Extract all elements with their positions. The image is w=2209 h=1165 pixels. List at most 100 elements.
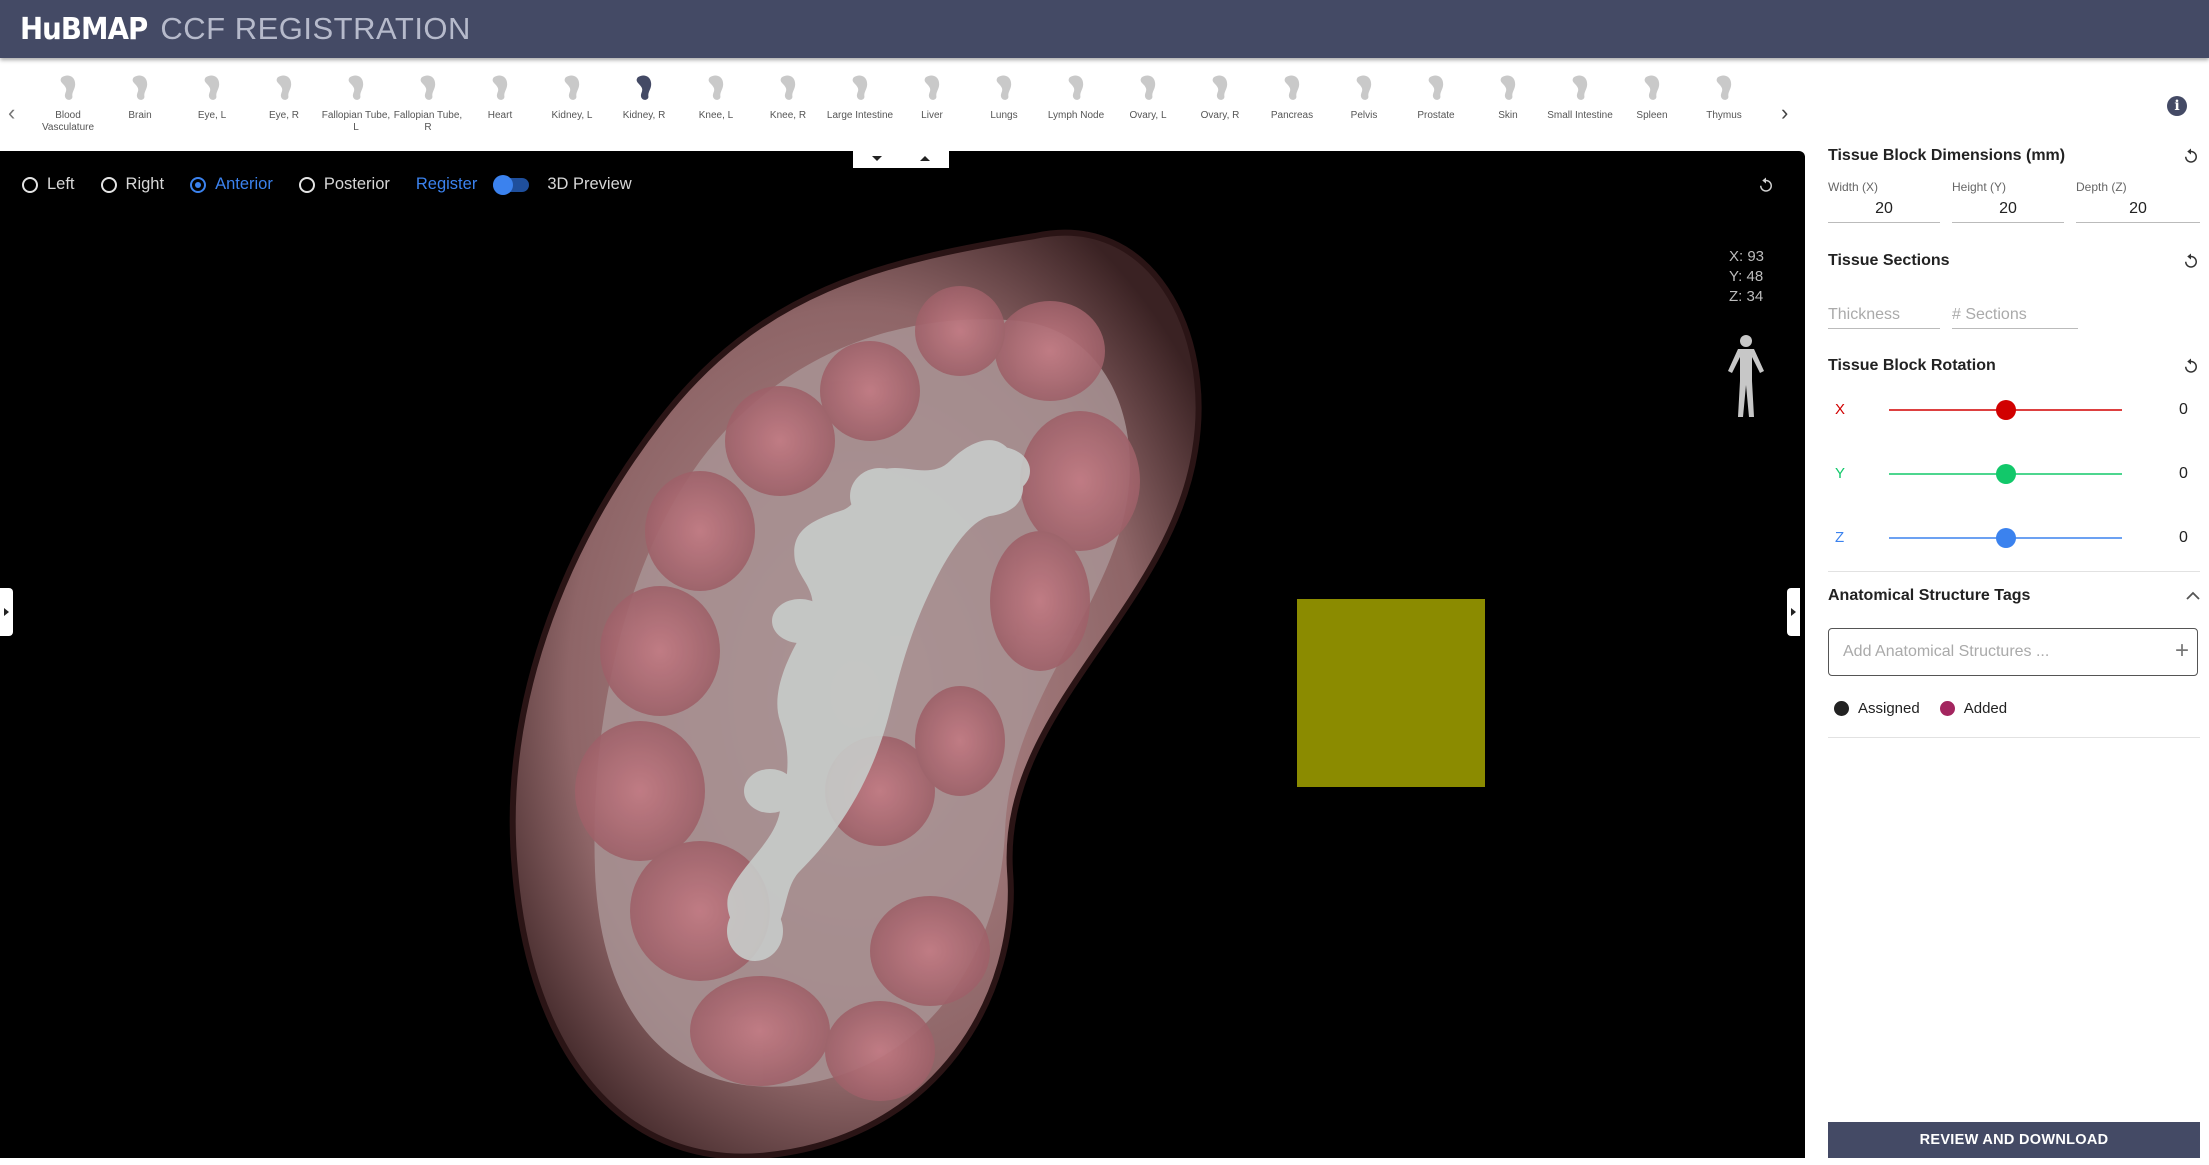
fallopian-tube-l-icon [348, 75, 364, 100]
added-label: Added [1963, 700, 2008, 717]
knee-l-icon [708, 75, 724, 100]
organ-label: Heart [487, 110, 513, 121]
reset-sections-button[interactable] [2182, 252, 2200, 270]
organ-fallopian-tube-r[interactable]: Fallopian Tube, R [392, 70, 464, 134]
rotation-value: 0 [2179, 401, 2188, 418]
depth-input[interactable]: 20 [2076, 200, 2200, 223]
chevron-up-icon [2186, 591, 2200, 600]
lymph-node-icon [1068, 75, 1084, 100]
organ-pelvis[interactable]: Pelvis [1328, 70, 1400, 122]
small-intestine-icon [1572, 75, 1588, 100]
organ-kidney-l[interactable]: Kidney, L [536, 70, 608, 122]
organ-blood-vasculature[interactable]: Blood Vasculature [32, 70, 104, 134]
organ-label: Small Intestine [1547, 110, 1613, 121]
organ-liver[interactable]: Liver [896, 70, 968, 122]
left-drawer-toggle[interactable] [0, 588, 13, 636]
dimensions-header: Tissue Block Dimensions (mm) [1828, 147, 2200, 165]
organ-knee-r[interactable]: Knee, R [752, 70, 824, 122]
reset-icon [2185, 358, 2197, 373]
organ-ovary-l[interactable]: Ovary, L [1112, 70, 1184, 122]
blood-vasculature-icon [60, 75, 76, 100]
carousel-next-button[interactable]: › [1781, 100, 1788, 126]
organ-prostate[interactable]: Prostate [1400, 70, 1472, 122]
anatomical-structure-input[interactable] [1841, 642, 2165, 662]
slider-thumb[interactable] [1995, 400, 2016, 420]
width-field[interactable]: Width (X) 20 [1828, 180, 1940, 223]
organ-label: Ovary, R [1200, 110, 1240, 121]
reset-rotation-button[interactable] [2182, 357, 2200, 375]
brain-icon [132, 75, 148, 100]
organ-lymph-node[interactable]: Lymph Node [1040, 70, 1112, 122]
organ-large-intestine[interactable]: Large Intestine [824, 70, 896, 122]
organ-skin[interactable]: Skin [1472, 70, 1544, 122]
organ-label: Thymus [1706, 110, 1742, 121]
review-and-download-button[interactable]: REVIEW AND DOWNLOAD [1828, 1122, 2200, 1158]
thickness-input[interactable]: Thickness [1828, 306, 1940, 329]
carousel-prev-button[interactable]: ‹ [8, 100, 15, 126]
organ-spleen[interactable]: Spleen [1616, 70, 1688, 122]
organ-label: Knee, L [698, 110, 734, 121]
add-icon[interactable]: + [2175, 637, 2189, 665]
collapse-tags-button[interactable] [2186, 591, 2200, 601]
caret-up-icon [920, 155, 930, 161]
organ-label: Large Intestine [826, 110, 894, 121]
thickness-field[interactable]: Thickness [1828, 306, 1940, 329]
rotation-x-slider: X0 [1828, 395, 2200, 425]
rotation-value: 0 [2179, 465, 2188, 482]
ovary-r-icon [1212, 75, 1228, 100]
right-drawer-toggle[interactable] [1787, 588, 1800, 636]
organ-label: Kidney, L [551, 110, 593, 121]
organ-fallopian-tube-l[interactable]: Fallopian Tube, L [320, 70, 392, 134]
organ-eye-r[interactable]: Eye, R [248, 70, 320, 122]
lungs-icon [996, 75, 1012, 100]
info-icon[interactable]: i [2167, 96, 2187, 116]
organ-lungs[interactable]: Lungs [968, 70, 1040, 122]
organ-label: Eye, R [268, 110, 299, 121]
organ-knee-l[interactable]: Knee, L [680, 70, 752, 122]
3d-viewport[interactable]: Left Right Anterior Posterior Register 3D Pr… [0, 151, 1805, 1158]
pelvis-icon [1356, 75, 1372, 100]
spleen-icon [1644, 75, 1660, 100]
organ-small-intestine[interactable]: Small Intestine [1544, 70, 1616, 122]
height-label: Height (Y) [1952, 180, 2007, 194]
reset-dimensions-button[interactable] [2182, 147, 2200, 165]
depth-field[interactable]: Depth (Z) 20 [2076, 180, 2200, 223]
organ-heart[interactable]: Heart [464, 70, 536, 122]
organ-eye-l[interactable]: Eye, L [176, 70, 248, 122]
caret-down-icon [872, 155, 882, 161]
organ-label: Fallopian Tube, L [321, 110, 391, 133]
organ-pancreas[interactable]: Pancreas [1256, 70, 1328, 122]
height-field[interactable]: Height (Y) 20 [1952, 180, 2064, 223]
organ-label: Spleen [1636, 110, 1668, 121]
organ-label: Pancreas [1270, 110, 1314, 121]
rotation-y-slider: Y0 [1828, 459, 2200, 489]
organ-label: Liver [921, 110, 943, 121]
sections-count-input[interactable]: # Sections [1952, 306, 2078, 329]
panel-collapse-tabs [853, 148, 949, 168]
organ-thymus[interactable]: Thymus [1688, 70, 1760, 122]
kidney-model[interactable] [0, 151, 1805, 1158]
organ-carousel: Blood Vasculature Brain Eye, L Eye, R Fallop… [0, 62, 1805, 148]
organ-label: Eye, L [197, 110, 227, 121]
divider [1828, 571, 2200, 572]
anatomical-structure-search[interactable]: + [1828, 628, 2198, 676]
collapse-down-button[interactable] [853, 148, 901, 168]
organ-ovary-r[interactable]: Ovary, R [1184, 70, 1256, 122]
slider-thumb[interactable] [1995, 464, 2016, 484]
height-input[interactable]: 20 [1952, 200, 2064, 223]
eye-r-icon [276, 75, 292, 100]
sections-title: Tissue Sections [1828, 252, 1950, 269]
organ-kidney-r[interactable]: Kidney, R [608, 70, 680, 122]
caret-right-icon [4, 608, 9, 616]
assigned-label: Assigned [1858, 700, 1920, 717]
tissue-block[interactable] [1297, 599, 1485, 787]
rotation-title: Tissue Block Rotation [1828, 357, 1996, 374]
sections-count-field[interactable]: # Sections [1952, 306, 2078, 329]
depth-label: Depth (Z) [2076, 180, 2127, 194]
slider-thumb[interactable] [1995, 528, 2016, 548]
hubmap-logo[interactable]: HuBMAP [20, 12, 148, 47]
organ-brain[interactable]: Brain [104, 70, 176, 122]
width-input[interactable]: 20 [1828, 200, 1940, 223]
collapse-up-button[interactable] [901, 148, 949, 168]
organ-label: Prostate [1417, 110, 1455, 121]
